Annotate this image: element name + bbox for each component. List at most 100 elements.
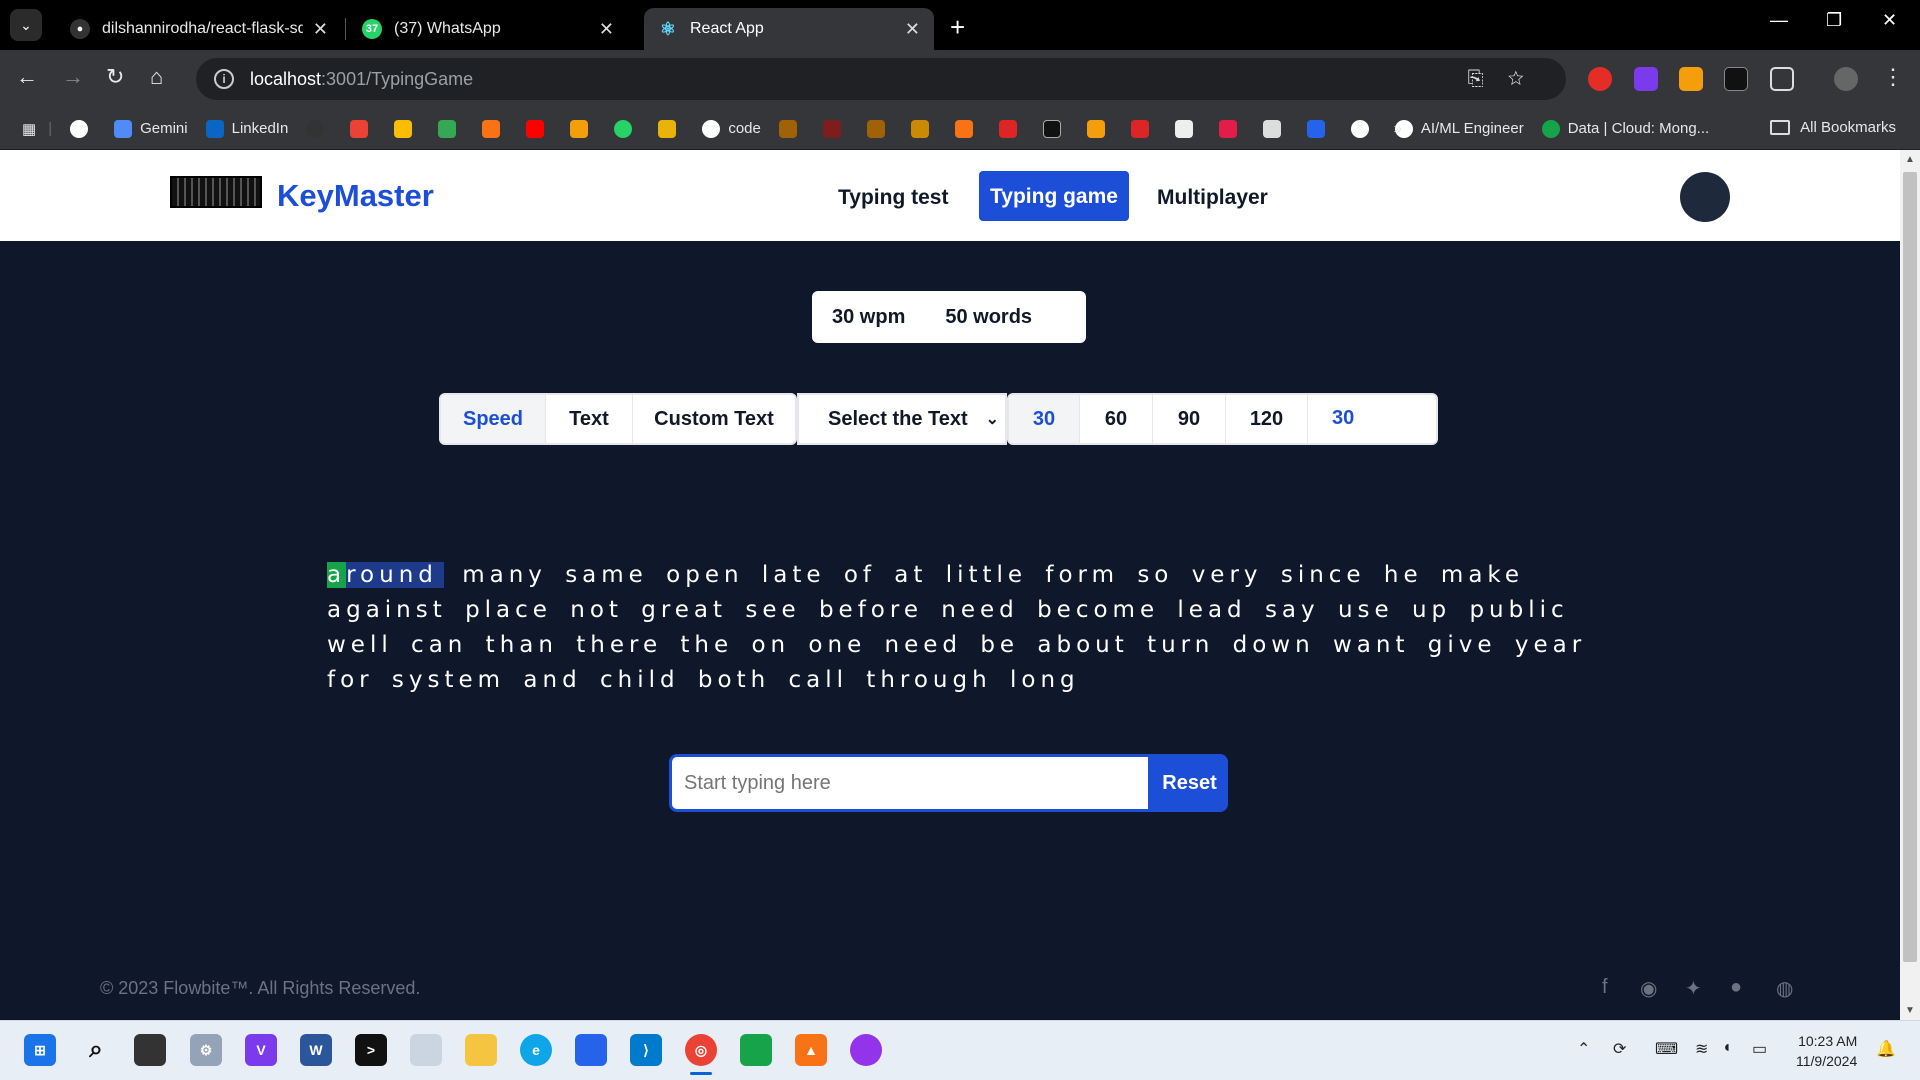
close-tab-icon[interactable]: ✕ [905, 19, 920, 40]
bookmark-whatsapp[interactable] [614, 119, 640, 138]
edge-icon[interactable]: e [520, 1034, 552, 1066]
terminal-icon[interactable]: > [355, 1034, 387, 1066]
typing-input[interactable] [669, 754, 1151, 812]
close-tab-icon[interactable]: ✕ [599, 19, 614, 40]
pycharm-icon[interactable] [740, 1034, 772, 1066]
tray-chevron-icon[interactable]: ⌃ [1577, 1039, 1590, 1059]
bookmark-icon[interactable] [866, 119, 893, 138]
bookmark-icon[interactable] [954, 119, 981, 138]
menu-icon[interactable]: ⋮ [1882, 64, 1904, 90]
tab-search-button[interactable]: ⌄ [10, 9, 42, 41]
bookmark-maps[interactable] [438, 119, 464, 138]
bookmark-icon[interactable] [1086, 119, 1113, 138]
bookmark-icon[interactable] [778, 119, 805, 138]
extension-icon[interactable] [1679, 67, 1703, 91]
custom-duration-input[interactable]: 30 [1322, 401, 1422, 433]
facebook-icon[interactable]: f [1602, 976, 1608, 999]
bookmark-icon[interactable] [1262, 119, 1289, 138]
sync-icon[interactable]: ⟳ [1613, 1039, 1626, 1059]
word-icon[interactable]: W [300, 1034, 332, 1066]
vscode-icon[interactable]: ⟩ [630, 1034, 662, 1066]
close-tab-icon[interactable]: ✕ [313, 19, 328, 40]
twitter-icon[interactable]: ✦ [1685, 976, 1702, 1001]
bookmark-star-icon[interactable]: ⎘☆ [1468, 68, 1548, 91]
extension-icon[interactable] [1588, 67, 1612, 91]
bookmark-gemini[interactable]: Gemini [114, 119, 188, 138]
profile-icon[interactable] [1834, 67, 1858, 91]
settings-icon[interactable]: ⚙ [190, 1034, 222, 1066]
address-bar[interactable]: i localhost:3001/TypingGame ⎘☆ [196, 58, 1566, 100]
text-select[interactable]: Select the Text ⌄ [797, 393, 1007, 445]
reset-button[interactable]: Reset [1151, 754, 1228, 812]
back-icon[interactable]: ← [16, 64, 38, 90]
brand-name[interactable]: KeyMaster [277, 178, 434, 214]
tab-whatsapp[interactable]: 37 (37) WhatsApp ✕ [348, 8, 628, 50]
discord-icon[interactable]: ◉ [1640, 976, 1657, 1001]
battery-icon[interactable]: ▭ [1752, 1039, 1767, 1059]
github-icon[interactable]: ● [1730, 976, 1742, 999]
mode-text-button[interactable]: Text [546, 395, 633, 443]
bookmark-icon[interactable] [998, 119, 1025, 138]
nav-multiplayer[interactable]: Multiplayer [1146, 176, 1279, 220]
bookmark-code[interactable]: code [702, 119, 761, 138]
bookmark-github[interactable] [306, 119, 332, 138]
task-view-icon[interactable] [134, 1034, 166, 1066]
duration-60-button[interactable]: 60 [1080, 395, 1153, 443]
mode-custom-text-button[interactable]: Custom Text [633, 395, 795, 443]
file-explorer-icon[interactable] [465, 1034, 497, 1066]
bookmark-chatgpt[interactable] [70, 119, 96, 138]
bookmark-ai-ml[interactable]: AI/ML Engineer [1394, 119, 1524, 138]
restore-icon[interactable]: ❐ [1826, 10, 1842, 31]
user-avatar[interactable] [1680, 172, 1730, 222]
scrollbar-thumb[interactable] [1903, 172, 1917, 962]
tab-react-app[interactable]: ⚛ React App ✕ [644, 8, 934, 50]
tab-github[interactable]: ● dilshannirodha/react-flask-sql-c ✕ [56, 8, 342, 50]
scroll-down-icon[interactable]: ▼ [1905, 1005, 1915, 1016]
duration-120-button[interactable]: 120 [1226, 395, 1308, 443]
reload-icon[interactable]: ↻ [106, 64, 124, 90]
windows-start-icon[interactable]: ⊞ [24, 1034, 56, 1066]
taskbar-clock[interactable]: 10:23 AM 11/9/2024 [1796, 1031, 1857, 1071]
duration-90-button[interactable]: 90 [1153, 395, 1226, 443]
bookmark-mongo[interactable]: Data | Cloud: Mong... [1541, 119, 1709, 138]
bookmark-gmail[interactable] [350, 119, 376, 138]
bookmark-icon[interactable] [1174, 119, 1201, 138]
bookmark-icon[interactable] [1042, 119, 1069, 138]
mode-speed-button[interactable]: Speed [441, 395, 546, 443]
bookmark-mt[interactable] [658, 119, 684, 138]
scroll-up-icon[interactable]: ▲ [1905, 154, 1915, 165]
apps-icon[interactable]: ▦ [22, 120, 36, 138]
duration-30-button[interactable]: 30 [1009, 395, 1080, 443]
bookmark-icon[interactable] [1306, 119, 1333, 138]
bookmark-drive[interactable] [394, 119, 420, 138]
site-info-icon[interactable]: i [214, 69, 234, 89]
extensions-puzzle-icon[interactable] [1770, 67, 1794, 91]
volume-icon[interactable]: ◖ [1722, 1039, 1732, 1057]
all-bookmarks-button[interactable]: All Bookmarks [1770, 119, 1896, 136]
chrome-icon[interactable]: ◎ [685, 1034, 717, 1066]
bookmark-icon[interactable] [910, 119, 937, 138]
dribbble-icon[interactable]: ◍ [1776, 976, 1793, 1001]
notification-icon[interactable]: 🔔 [1876, 1039, 1896, 1059]
more-bookmarks-icon[interactable]: » [1394, 120, 1402, 137]
page-scrollbar[interactable]: ▲ ▼ [1900, 150, 1920, 1020]
bookmark-youtube[interactable] [526, 119, 552, 138]
bookmark-in[interactable] [482, 119, 508, 138]
store-icon[interactable] [575, 1034, 607, 1066]
bookmark-icon[interactable] [1130, 119, 1157, 138]
podcast-icon[interactable] [850, 1034, 882, 1066]
visual-studio-icon[interactable]: V [245, 1034, 277, 1066]
bookmark-icon[interactable] [822, 119, 849, 138]
bookmark-linkedin[interactable]: LinkedIn [205, 119, 288, 138]
photos-icon[interactable] [410, 1034, 442, 1066]
keyboard-icon[interactable]: ⌨ [1655, 1039, 1678, 1059]
forward-icon[interactable]: → [62, 64, 84, 90]
close-window-icon[interactable]: ✕ [1882, 10, 1897, 31]
home-icon[interactable]: ⌂ [150, 64, 163, 90]
nav-typing-game[interactable]: Typing game [979, 171, 1129, 221]
minimize-icon[interactable]: — [1770, 10, 1788, 31]
vlc-icon[interactable]: ▲ [795, 1034, 827, 1066]
nav-typing-test[interactable]: Typing test [827, 176, 959, 220]
bookmark-icon[interactable] [1218, 119, 1245, 138]
extension-icon[interactable] [1724, 67, 1748, 91]
